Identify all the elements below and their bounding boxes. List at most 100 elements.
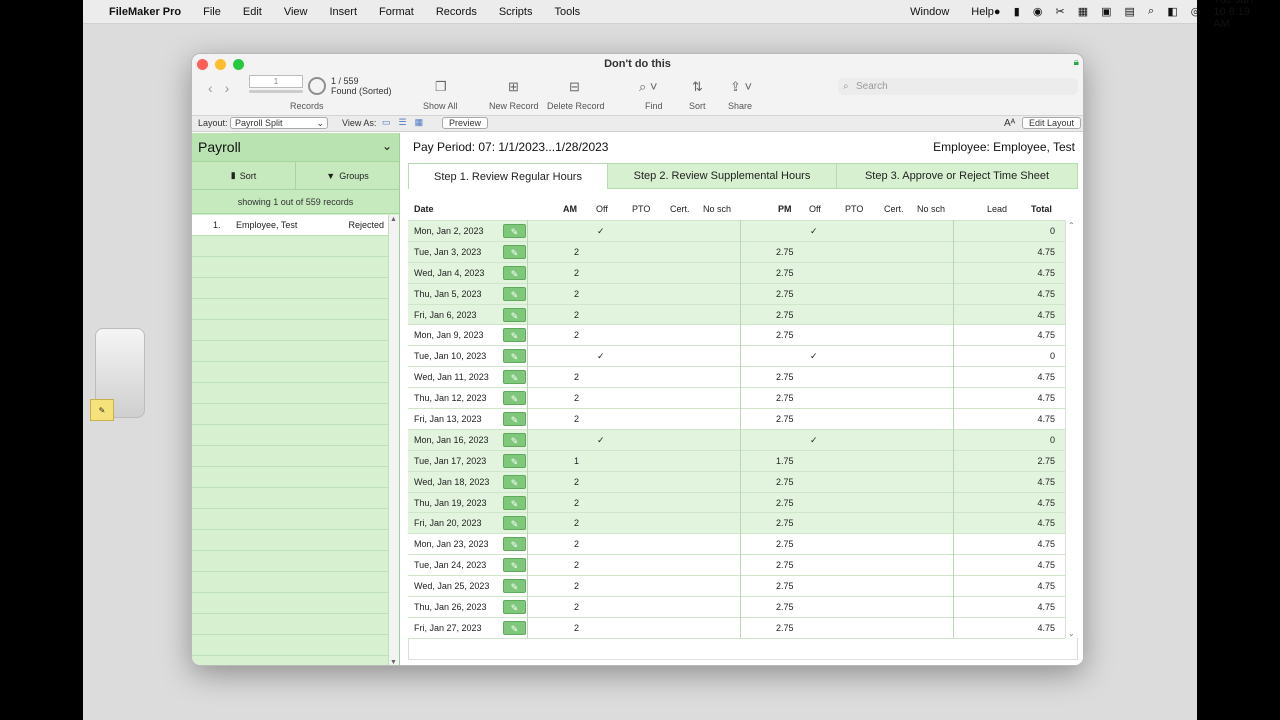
control-center-icon[interactable]: ◧ [1167, 5, 1177, 18]
edit-icon[interactable]: ✎ [503, 620, 526, 635]
layout-icon[interactable]: ▦ [1078, 5, 1088, 18]
scroll-up-icon[interactable]: ⌃ [1068, 221, 1075, 230]
search-input[interactable]: ⌕ Search [838, 78, 1078, 95]
row-pm[interactable]: 2.75 [776, 372, 794, 382]
edit-icon[interactable]: ✎ [503, 516, 526, 531]
row-am[interactable]: 2 [574, 581, 579, 591]
edit-icon[interactable]: ✎ [503, 391, 526, 406]
menu-window[interactable]: Window [910, 6, 949, 18]
row-am[interactable]: 2 [574, 268, 579, 278]
row-pm[interactable]: 2.75 [776, 247, 794, 257]
row-pm-off[interactable]: ✓ [810, 226, 818, 237]
edit-icon[interactable]: ✎ [503, 265, 526, 280]
row-am[interactable]: 2 [574, 602, 579, 612]
row-pm[interactable]: 2.75 [776, 330, 794, 340]
scroll-down-icon[interactable]: ▼ [390, 659, 397, 665]
share-icon[interactable]: ⇪ ˅ [730, 79, 752, 95]
new-record-button[interactable]: New Record [489, 101, 539, 111]
find-icon[interactable]: ⌕ ˅ [639, 79, 657, 95]
row-pm[interactable]: 2.75 [776, 393, 794, 403]
row-pm[interactable]: 2.75 [776, 539, 794, 549]
sidebar-sort-button[interactable]: ▮ Sort [192, 162, 296, 189]
scroll-up-icon[interactable]: ▲ [390, 216, 397, 223]
list-view-icon[interactable]: ☰ [399, 117, 407, 128]
layout-select[interactable]: Payroll Split ⌄ [230, 117, 328, 129]
list-item[interactable]: 1. Employee, Test Rejected [192, 215, 388, 236]
sort-icon[interactable]: ⇅ [692, 79, 703, 95]
edit-icon[interactable]: ✎ [503, 453, 526, 468]
row-pm-off[interactable]: ✓ [810, 435, 818, 446]
menu-help[interactable]: Help [971, 6, 994, 18]
sticky-note-icon[interactable]: ✎ [90, 399, 114, 421]
tab-step-2[interactable]: Step 2. Review Supplemental Hours [608, 163, 837, 189]
share-button[interactable]: Share [728, 101, 752, 111]
preview-button[interactable]: Preview [442, 117, 489, 129]
edit-icon[interactable]: ✎ [503, 474, 526, 489]
edit-icon[interactable]: ✎ [503, 412, 526, 427]
row-pm[interactable]: 2.75 [776, 623, 794, 633]
edit-icon[interactable]: ✎ [503, 349, 526, 364]
row-am-off[interactable]: ✓ [597, 435, 605, 446]
row-am[interactable]: 2 [574, 247, 579, 257]
menu-clock[interactable]: Tue Jan 10 8:19 AM [1213, 0, 1265, 30]
image-icon[interactable]: ▣ [1101, 5, 1111, 18]
siri-icon[interactable]: ◎ [1191, 5, 1201, 18]
edit-icon[interactable]: ✎ [503, 579, 526, 594]
edit-icon[interactable]: ✎ [503, 537, 526, 552]
edit-icon[interactable]: ✎ [503, 244, 526, 259]
sort-button[interactable]: Sort [689, 101, 706, 111]
search-icon[interactable]: ⌕ [1148, 5, 1154, 18]
edit-icon[interactable]: ✎ [503, 432, 526, 447]
tab-step-3[interactable]: Step 3. Approve or Reject Time Sheet [837, 163, 1078, 189]
sidebar-scrollbar[interactable]: ▲ ▼ [388, 215, 399, 665]
sidebar-icon[interactable]: ▤ [1125, 5, 1135, 18]
row-pm[interactable]: 2.75 [776, 310, 794, 320]
edit-icon[interactable]: ✎ [503, 495, 526, 510]
row-am-off[interactable]: ✓ [597, 226, 605, 237]
show-all-icon[interactable]: ❐ [435, 79, 447, 95]
row-am[interactable]: 2 [574, 372, 579, 382]
scissors-icon[interactable]: ✂ [1056, 5, 1065, 18]
row-pm[interactable]: 1.75 [776, 456, 794, 466]
row-pm-off[interactable]: ✓ [810, 351, 818, 362]
menu-scripts[interactable]: Scripts [499, 6, 533, 18]
form-view-icon[interactable]: ▭ [382, 117, 391, 128]
edit-icon[interactable]: ✎ [503, 558, 526, 573]
find-button[interactable]: Find [645, 101, 663, 111]
row-am[interactable]: 2 [574, 477, 579, 487]
record-icon[interactable]: ● [994, 6, 1001, 18]
menu-tools[interactable]: Tools [554, 6, 580, 18]
edit-icon[interactable]: ✎ [503, 224, 526, 238]
menu-file[interactable]: File [203, 6, 221, 18]
table-view-icon[interactable]: ▦ [415, 117, 424, 128]
menu-records[interactable]: Records [436, 6, 477, 18]
row-am[interactable]: 2 [574, 414, 579, 424]
row-am[interactable]: 2 [574, 498, 579, 508]
row-pm[interactable]: 2.75 [776, 477, 794, 487]
password-icon[interactable]: ◉ [1033, 5, 1043, 18]
previous-record-icon[interactable]: ‹ [208, 80, 213, 96]
text-format-icon[interactable]: Aᴬ [1004, 118, 1015, 129]
row-am[interactable]: 2 [574, 539, 579, 549]
bookmark-icon[interactable]: ▮ [1014, 5, 1020, 18]
delete-record-icon[interactable]: ⊟ [569, 79, 580, 95]
menu-app[interactable]: FileMaker Pro [109, 6, 181, 18]
row-pm[interactable]: 2.75 [776, 602, 794, 612]
row-am-off[interactable]: ✓ [597, 351, 605, 362]
edit-icon[interactable]: ✎ [503, 328, 526, 343]
row-am[interactable]: 2 [574, 330, 579, 340]
row-am[interactable]: 2 [574, 560, 579, 570]
current-record-field[interactable]: 1 [249, 75, 303, 88]
menu-edit[interactable]: Edit [243, 6, 262, 18]
record-slider[interactable] [249, 90, 303, 93]
edit-icon[interactable]: ✎ [503, 600, 526, 615]
edit-icon[interactable]: ✎ [503, 370, 526, 385]
row-am[interactable]: 2 [574, 289, 579, 299]
show-all-button[interactable]: Show All [423, 101, 458, 111]
sidebar-groups-button[interactable]: ▼ Groups [296, 162, 399, 189]
row-pm[interactable]: 2.75 [776, 581, 794, 591]
menu-view[interactable]: View [284, 6, 308, 18]
desktop-widget[interactable]: ✎ [90, 328, 145, 421]
menu-insert[interactable]: Insert [330, 6, 358, 18]
edit-icon[interactable]: ✎ [503, 286, 526, 301]
